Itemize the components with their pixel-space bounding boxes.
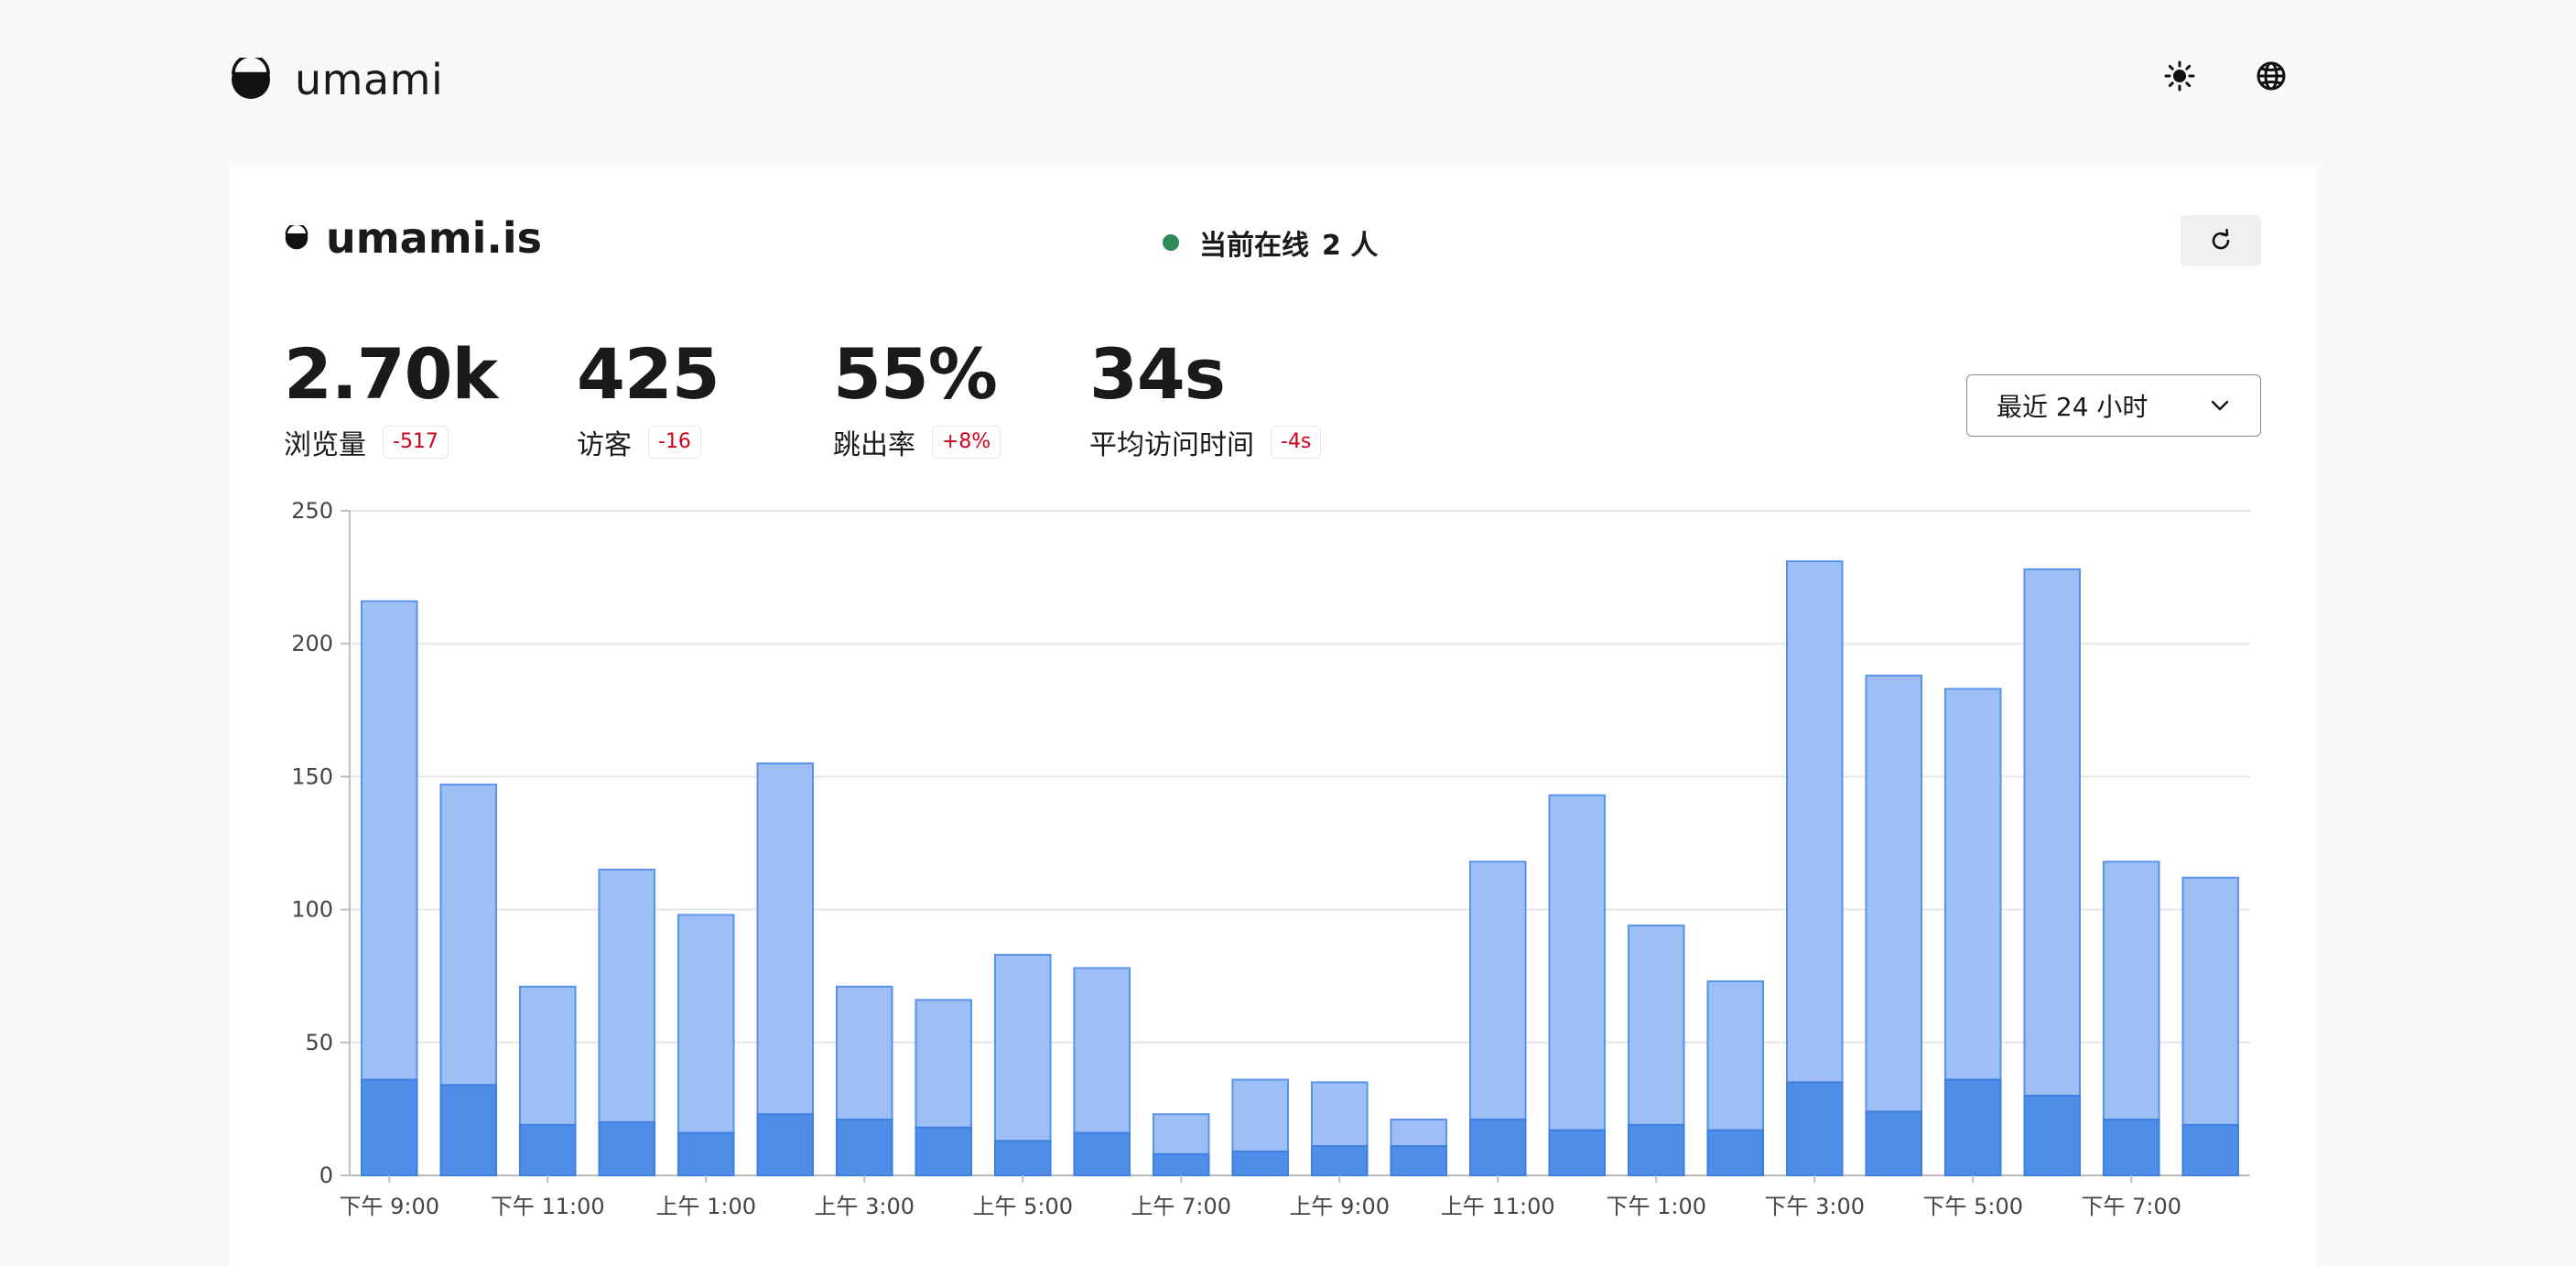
metric-change-badge: -16 bbox=[648, 426, 701, 459]
metric-label: 浏览量 bbox=[284, 429, 366, 461]
website-name: umami.is bbox=[326, 213, 543, 263]
metric-bounce-rate: 55% 跳出率 +8% bbox=[833, 340, 1089, 462]
online-dot bbox=[1163, 234, 1179, 251]
chevron-down-icon bbox=[2211, 400, 2229, 411]
metric-value: 55% bbox=[833, 333, 998, 415]
metrics-bar: 2.70k 浏览量 -517 425 访客 -16 55% 跳出率 +8% 34… bbox=[284, 340, 1382, 462]
metric-change-badge: +8% bbox=[932, 426, 1001, 459]
language-button[interactable] bbox=[2254, 59, 2289, 93]
refresh-icon bbox=[2212, 228, 2230, 250]
online-label: 当前在线 bbox=[1199, 230, 1309, 262]
umami-logo-icon bbox=[232, 58, 270, 99]
app-logo[interactable]: umami bbox=[229, 55, 443, 104]
website-stats-card: umami.is 当前在线 2 人 2.70k 浏览量 -517 425 访客 … bbox=[229, 168, 2316, 1266]
refresh-button[interactable] bbox=[2181, 215, 2261, 266]
globe-icon bbox=[2257, 61, 2286, 91]
top-bar: umami bbox=[229, 48, 2289, 106]
online-indicator: 当前在线 2 人 bbox=[1163, 222, 1378, 263]
metric-change-badge: -517 bbox=[383, 426, 449, 459]
metric-visitors: 425 访客 -16 bbox=[577, 340, 833, 462]
website-header[interactable]: umami.is bbox=[284, 213, 542, 263]
metric-avg-visit-time: 34s 平均访问时间 -4s bbox=[1089, 340, 1382, 462]
online-count: 2 人 bbox=[1322, 230, 1379, 262]
umami-logo-icon bbox=[285, 225, 308, 250]
metric-value: 2.70k bbox=[284, 333, 498, 415]
metric-value: 425 bbox=[577, 333, 720, 415]
metric-label: 跳出率 bbox=[833, 429, 915, 461]
sun-icon bbox=[2164, 60, 2195, 92]
theme-toggle-button[interactable] bbox=[2162, 59, 2197, 93]
metric-label: 访客 bbox=[577, 429, 632, 461]
metric-change-badge: -4s bbox=[1271, 426, 1322, 459]
date-range-value: 最近 24 小时 bbox=[1997, 392, 2148, 422]
metric-pageviews: 2.70k 浏览量 -517 bbox=[284, 340, 577, 462]
date-range-select[interactable]: 最近 24 小时 bbox=[1966, 374, 2261, 437]
metric-value: 34s bbox=[1089, 333, 1226, 415]
app-name: umami bbox=[295, 55, 444, 104]
metric-label: 平均访问时间 bbox=[1089, 429, 1254, 461]
